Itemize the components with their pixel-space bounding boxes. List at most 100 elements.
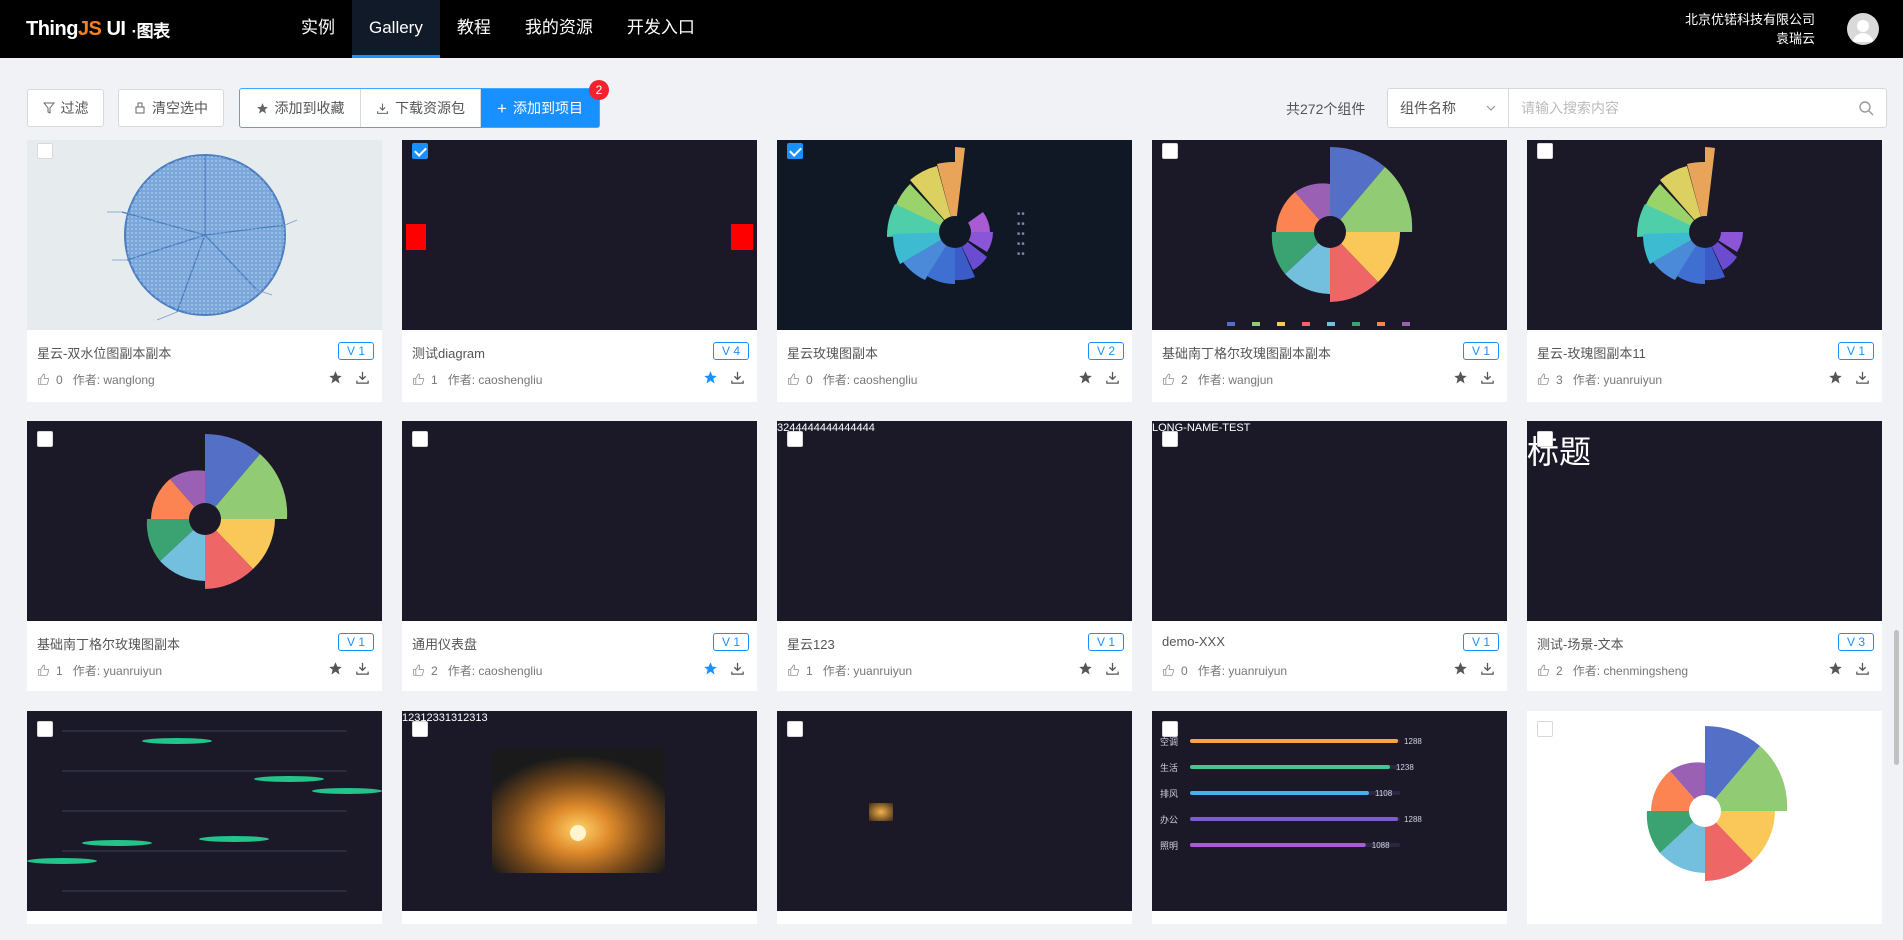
star-icon[interactable]	[703, 661, 718, 676]
card-thumbnail[interactable]	[1152, 140, 1507, 330]
download-icon[interactable]	[1855, 661, 1870, 676]
star-icon[interactable]	[328, 370, 343, 385]
nav-item-examples[interactable]: 实例	[284, 0, 352, 58]
component-card[interactable]: 通用仪表盘 V 1 2 作者: caoshengliu	[402, 421, 757, 691]
star-icon[interactable]	[1828, 370, 1843, 385]
component-card[interactable]	[27, 711, 382, 924]
card-title[interactable]: 测试-场景-文本	[1537, 634, 1624, 653]
card-title[interactable]: 星云-双水位图副本副本	[37, 343, 171, 362]
star-icon[interactable]	[703, 370, 718, 385]
download-icon[interactable]	[730, 370, 745, 385]
card-thumbnail[interactable]	[402, 421, 757, 621]
card-thumbnail[interactable]: 标题	[1527, 421, 1882, 621]
card-checkbox[interactable]	[1537, 143, 1553, 159]
card-thumbnail[interactable]	[27, 711, 382, 911]
card-title[interactable]: 星云-玫瑰图副本11	[1537, 343, 1646, 362]
add-to-favorites-button[interactable]: 添加到收藏	[240, 89, 361, 127]
avatar[interactable]	[1847, 13, 1879, 45]
card-checkbox[interactable]	[412, 431, 428, 447]
star-icon[interactable]	[1078, 661, 1093, 676]
card-thumbnail[interactable]	[1527, 140, 1882, 330]
card-thumbnail[interactable]: 12312331312313	[402, 711, 757, 911]
star-icon[interactable]	[1078, 370, 1093, 385]
like-icon[interactable]	[37, 664, 50, 677]
component-card[interactable]	[1527, 711, 1882, 924]
like-icon[interactable]	[1162, 664, 1175, 677]
download-icon[interactable]	[730, 661, 745, 676]
card-checkbox[interactable]	[1162, 721, 1178, 737]
component-card[interactable]: 3244444444444444 星云123 V 1 1 作者: yuanrui…	[777, 421, 1132, 691]
card-thumbnail[interactable]: 空调 1288 生活 1238 排风 1108 办公 1288 照明 1088	[1152, 711, 1507, 911]
card-checkbox[interactable]	[1537, 431, 1553, 447]
card-title[interactable]: 星云123	[787, 634, 835, 653]
component-card[interactable]: 星云-双水位图副本副本 V 1 0 作者: wanglong	[27, 140, 382, 402]
download-icon[interactable]	[1480, 370, 1495, 385]
nav-item-gallery[interactable]: Gallery	[352, 0, 440, 58]
card-thumbnail[interactable]: LONG-NAME-TEST	[1152, 421, 1507, 621]
filter-button[interactable]: 过滤	[27, 89, 104, 127]
card-checkbox[interactable]	[1537, 721, 1553, 737]
component-card[interactable]: ■ ■ ■ ■ ■ ■ ■ ■ ■ ■ 星云玫瑰图副本 V 2 0 作者: caoshe…	[777, 140, 1132, 402]
like-icon[interactable]	[787, 664, 800, 677]
card-title[interactable]: demo-XXX	[1162, 634, 1225, 649]
page-scrollbar[interactable]	[1894, 630, 1899, 765]
card-checkbox[interactable]	[1162, 431, 1178, 447]
component-card[interactable]: LONG-NAME-TEST demo-XXX V 1 0 作者: yuanru…	[1152, 421, 1507, 691]
like-icon[interactable]	[1162, 373, 1175, 386]
component-card[interactable]	[777, 711, 1132, 924]
card-checkbox[interactable]	[412, 721, 428, 737]
component-card[interactable]: 空调 1288 生活 1238 排风 1108 办公 1288 照明 1088	[1152, 711, 1507, 924]
download-icon[interactable]	[355, 661, 370, 676]
card-checkbox[interactable]	[37, 431, 53, 447]
download-icon[interactable]	[1480, 661, 1495, 676]
download-icon[interactable]	[1105, 370, 1120, 385]
component-card[interactable]: 测试diagram V 4 1 作者: caoshengliu	[402, 140, 757, 402]
like-icon[interactable]	[787, 373, 800, 386]
card-title[interactable]: 基础南丁格尔玫瑰图副本	[37, 634, 180, 653]
card-checkbox[interactable]	[787, 431, 803, 447]
user-info[interactable]: 北京优锘科技有限公司 袁瑞云	[1685, 10, 1815, 48]
like-icon[interactable]	[412, 664, 425, 677]
nav-item-my-resources[interactable]: 我的资源	[508, 0, 610, 58]
like-icon[interactable]	[412, 373, 425, 386]
like-icon[interactable]	[37, 373, 50, 386]
nav-item-tutorials[interactable]: 教程	[440, 0, 508, 58]
component-card[interactable]: 12312331312313	[402, 711, 757, 924]
download-icon[interactable]	[1105, 661, 1120, 676]
thingjs-logo[interactable]: Thing JS UI ·图表	[26, 15, 170, 43]
download-package-button[interactable]: 下载资源包	[361, 89, 481, 127]
star-icon[interactable]	[1453, 370, 1468, 385]
like-icon[interactable]	[1537, 664, 1550, 677]
card-checkbox[interactable]	[37, 143, 53, 159]
card-checkbox[interactable]	[787, 143, 803, 159]
component-card[interactable]: 基础南丁格尔玫瑰图副本 V 1 1 作者: yuanruiyun	[27, 421, 382, 691]
component-card[interactable]: 基础南丁格尔玫瑰图副本副本 V 1 2 作者: wangjun	[1152, 140, 1507, 402]
card-thumbnail[interactable]: ■ ■ ■ ■ ■ ■ ■ ■ ■ ■	[777, 140, 1132, 330]
card-checkbox[interactable]	[1162, 143, 1178, 159]
card-checkbox[interactable]	[37, 721, 53, 737]
card-title[interactable]: 星云玫瑰图副本	[787, 343, 878, 362]
card-thumbnail[interactable]: 3244444444444444	[777, 421, 1132, 621]
add-to-project-button[interactable]: + 添加到项目	[481, 89, 599, 127]
search-field-select[interactable]: 组件名称	[1388, 89, 1509, 127]
like-icon[interactable]	[1537, 373, 1550, 386]
card-thumbnail[interactable]	[27, 421, 382, 621]
search-icon[interactable]	[1846, 89, 1886, 127]
clear-selection-button[interactable]: 清空选中	[118, 89, 224, 127]
search-input[interactable]	[1509, 89, 1846, 127]
card-checkbox[interactable]	[412, 143, 428, 159]
card-title[interactable]: 测试diagram	[412, 343, 485, 362]
card-thumbnail[interactable]	[777, 711, 1132, 911]
component-card[interactable]: 星云-玫瑰图副本11 V 1 3 作者: yuanruiyun	[1527, 140, 1882, 402]
star-icon[interactable]	[1828, 661, 1843, 676]
card-thumbnail[interactable]	[1527, 711, 1882, 911]
card-thumbnail[interactable]	[27, 140, 382, 330]
card-thumbnail[interactable]	[402, 140, 757, 330]
star-icon[interactable]	[328, 661, 343, 676]
download-icon[interactable]	[1855, 370, 1870, 385]
download-icon[interactable]	[355, 370, 370, 385]
card-title[interactable]: 通用仪表盘	[412, 634, 477, 653]
card-title[interactable]: 基础南丁格尔玫瑰图副本副本	[1162, 343, 1331, 362]
card-checkbox[interactable]	[787, 721, 803, 737]
component-card[interactable]: 标题 测试-场景-文本 V 3 2 作者: chenmingsheng	[1527, 421, 1882, 691]
